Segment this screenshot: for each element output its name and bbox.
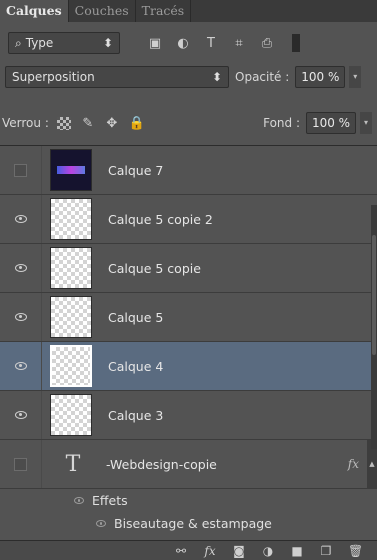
fill-input[interactable]: 100 % bbox=[306, 112, 356, 134]
text-layer-icon: T bbox=[65, 451, 81, 477]
new-adjustment-icon[interactable]: ◑ bbox=[261, 544, 275, 558]
layer-row-calque-4[interactable]: Calque 4 bbox=[0, 342, 377, 391]
lock-position-icon[interactable]: ✥ bbox=[105, 116, 119, 131]
trash-icon[interactable]: 🗑 bbox=[348, 544, 363, 558]
effect-bevel-label: Biseautage & estampage bbox=[114, 516, 272, 531]
blend-row: Superposition ⬍ Opacité : 100 % ▾ bbox=[0, 64, 377, 90]
layer-name: Calque 5 bbox=[108, 309, 164, 325]
lock-all-icon[interactable]: 🔒 bbox=[129, 116, 145, 131]
tab-couches[interactable]: Couches bbox=[69, 0, 136, 22]
filter-toggle[interactable] bbox=[292, 34, 300, 52]
adjustment-filter-icon[interactable]: ◐ bbox=[176, 36, 190, 51]
new-layer-icon[interactable]: ❐ bbox=[319, 544, 333, 558]
lock-icons: ✎ ✥ 🔒 bbox=[56, 116, 145, 131]
layer-name: Calque 3 bbox=[108, 407, 164, 423]
layer-row-calque-5-copie-2[interactable]: Calque 5 copie 2 bbox=[0, 195, 377, 244]
visibility-toggle[interactable] bbox=[0, 195, 42, 243]
filter-type-select[interactable]: ⌕ Type ⬍ bbox=[8, 32, 120, 54]
layer-thumbnail bbox=[50, 247, 92, 289]
layer-name: Calque 5 copie bbox=[108, 260, 201, 276]
add-style-icon[interactable]: fx bbox=[203, 544, 217, 558]
lock-row: Verrou : ✎ ✥ 🔒 Fond : 100 % ▾ bbox=[0, 110, 377, 136]
search-icon: ⌕ bbox=[15, 35, 22, 50]
effect-bevel-row[interactable]: Biseautage & estampage bbox=[0, 512, 377, 535]
filter-icons: ▣ ◐ T ⌗ ⎙ bbox=[148, 36, 274, 51]
shape-filter-icon[interactable]: ⌗ bbox=[232, 36, 246, 51]
select-arrows-icon: ⬍ bbox=[211, 70, 222, 84]
visibility-toggle[interactable] bbox=[0, 391, 42, 439]
tab-traces[interactable]: Tracés bbox=[136, 0, 192, 22]
layers-list: Calque 7 Calque 5 copie 2 Calque 5 copie… bbox=[0, 145, 377, 540]
eye-icon bbox=[14, 215, 27, 223]
eye-icon bbox=[14, 411, 27, 419]
eye-icon[interactable] bbox=[74, 497, 84, 504]
add-mask-icon[interactable]: ◙ bbox=[232, 544, 246, 558]
visibility-toggle[interactable] bbox=[0, 244, 42, 292]
eye-icon[interactable] bbox=[96, 520, 106, 527]
link-layers-icon[interactable]: ⚯ bbox=[174, 544, 188, 558]
layer-row-calque-7[interactable]: Calque 7 bbox=[0, 146, 377, 195]
eye-icon bbox=[14, 313, 27, 321]
lock-pixels-icon[interactable]: ✎ bbox=[81, 116, 95, 131]
effects-label: Effets bbox=[92, 493, 128, 508]
filter-type-label: Type bbox=[25, 36, 54, 50]
layer-name: Calque 4 bbox=[108, 358, 164, 374]
filter-row: ⌕ Type ⬍ ▣ ◐ T ⌗ ⎙ bbox=[0, 30, 377, 56]
layer-name: Calque 5 copie 2 bbox=[108, 211, 213, 227]
opacity-dropdown-icon[interactable]: ▾ bbox=[349, 66, 362, 88]
visibility-off-icon bbox=[14, 457, 27, 471]
visibility-off-icon bbox=[14, 163, 27, 177]
layer-row-calque-5[interactable]: Calque 5 bbox=[0, 293, 377, 342]
lock-transparency-icon[interactable] bbox=[56, 116, 71, 130]
fx-icon[interactable]: fx bbox=[348, 457, 359, 471]
blend-mode-select[interactable]: Superposition ⬍ bbox=[5, 66, 229, 88]
new-group-icon[interactable]: ■ bbox=[290, 544, 304, 558]
bottom-toolbar: ⚯ fx ◙ ◑ ■ ❐ 🗑 bbox=[0, 540, 377, 560]
eye-icon bbox=[14, 362, 27, 370]
text-filter-icon[interactable]: T bbox=[204, 36, 218, 51]
visibility-toggle[interactable] bbox=[0, 146, 42, 194]
fill-label: Fond : bbox=[263, 116, 300, 130]
layer-name: Calque 7 bbox=[108, 162, 164, 178]
opacity-input[interactable]: 100 % bbox=[295, 66, 346, 88]
eye-icon bbox=[14, 264, 27, 272]
panel-tabs: Calques Couches Tracés bbox=[0, 0, 377, 22]
tab-calques[interactable]: Calques bbox=[0, 0, 69, 22]
layers-scrollbar[interactable] bbox=[371, 205, 377, 449]
layer-thumbnail bbox=[50, 149, 92, 191]
select-arrows-icon: ⬍ bbox=[102, 36, 113, 50]
smart-object-filter-icon[interactable]: ⎙ bbox=[260, 36, 274, 51]
image-filter-icon[interactable]: ▣ bbox=[148, 36, 162, 51]
visibility-toggle[interactable] bbox=[0, 440, 42, 488]
effects-row[interactable]: Effets bbox=[0, 489, 377, 512]
layer-thumbnail bbox=[50, 296, 92, 338]
visibility-toggle[interactable] bbox=[0, 342, 42, 390]
lock-label: Verrou : bbox=[2, 116, 49, 130]
opacity-label: Opacité : bbox=[235, 70, 290, 84]
layer-row-calque-3[interactable]: Calque 3 bbox=[0, 391, 377, 440]
blend-mode-label: Superposition bbox=[12, 70, 95, 84]
layer-thumbnail bbox=[50, 198, 92, 240]
layer-name: -Webdesign-copie bbox=[106, 456, 217, 472]
scrollbar-thumb[interactable] bbox=[372, 235, 376, 355]
visibility-toggle[interactable] bbox=[0, 293, 42, 341]
fill-dropdown-icon[interactable]: ▾ bbox=[360, 112, 372, 134]
layer-row-calque-5-copie[interactable]: Calque 5 copie bbox=[0, 244, 377, 293]
layer-thumbnail bbox=[50, 394, 92, 436]
layer-thumbnail bbox=[50, 345, 92, 387]
layer-row-webdesign-copie[interactable]: T -Webdesign-copie fx ▲ bbox=[0, 439, 377, 489]
